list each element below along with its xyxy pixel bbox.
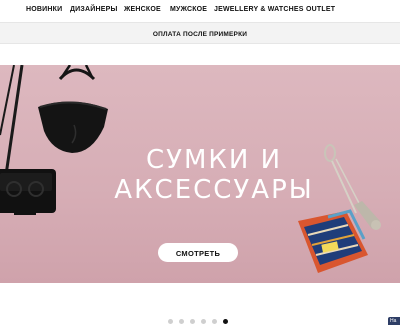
- chat-widget-tab[interactable]: На: [388, 317, 400, 325]
- carousel-dot-active[interactable]: [223, 319, 228, 324]
- promo-banner[interactable]: ОПЛАТА ПОСЛЕ ПРИМЕРКИ: [0, 22, 400, 44]
- chat-tab-label: На: [390, 318, 397, 324]
- carousel-dot[interactable]: [212, 319, 217, 324]
- carousel-dot[interactable]: [201, 319, 206, 324]
- nav-item-designers[interactable]: ДИЗАЙНЕРЫ: [70, 6, 118, 13]
- carousel-dot[interactable]: [190, 319, 195, 324]
- shop-now-button[interactable]: СМОТРЕТЬ: [158, 243, 238, 262]
- hero-title-line1: СУМКИ И: [145, 145, 283, 175]
- hero-title-line2: АКСЕССУАРЫ: [114, 175, 314, 205]
- nav-item-outlet[interactable]: OUTLET: [306, 6, 335, 13]
- striped-wallet-icon: [298, 209, 368, 273]
- promo-text: ОПЛАТА ПОСЛЕ ПРИМЕРКИ: [152, 31, 248, 38]
- main-navigation: НОВИНКИ ДИЗАЙНЕРЫ ЖЕНСКОЕ МУЖСКОЕ JEWELL…: [0, 0, 400, 22]
- nav-item-women[interactable]: ЖЕНСКОЕ: [124, 6, 161, 13]
- nav-item-jewellery-watches[interactable]: JEWELLERY & WATCHES: [214, 6, 304, 13]
- nav-item-men[interactable]: МУЖСКОЕ: [170, 6, 207, 13]
- nav-item-new[interactable]: НОВИНКИ: [26, 6, 62, 13]
- black-bucket-bag-icon: [38, 65, 108, 153]
- shop-now-label: СМОТРЕТЬ: [175, 249, 221, 258]
- carousel-dot[interactable]: [179, 319, 184, 324]
- carousel-dot[interactable]: [168, 319, 173, 324]
